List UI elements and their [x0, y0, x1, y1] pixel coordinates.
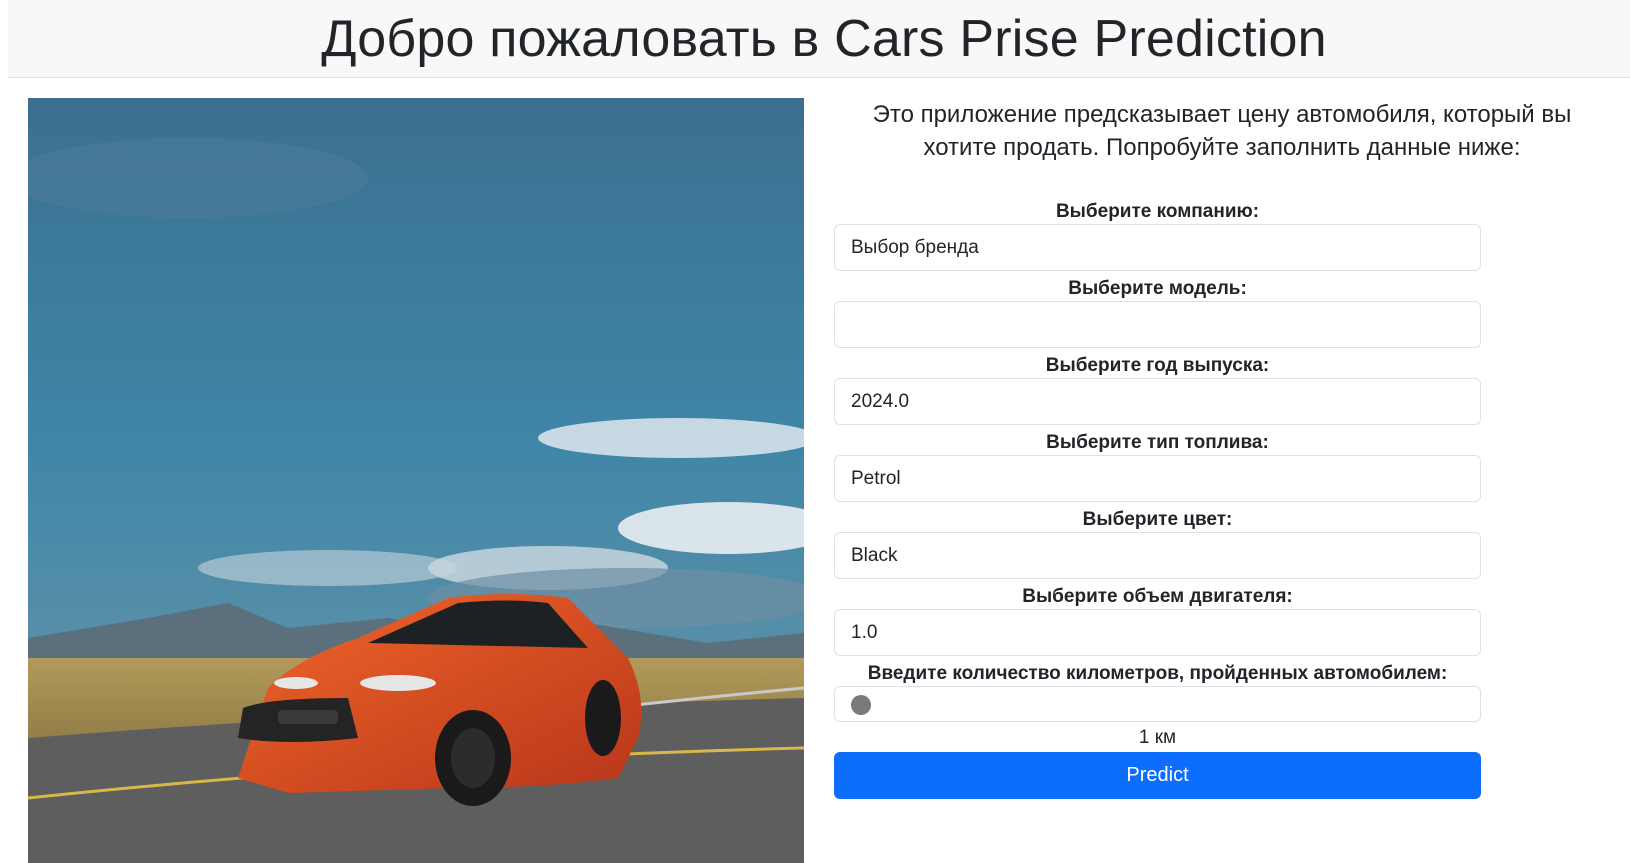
prediction-form: Выберите компанию: Выбор бренда Выберите… — [834, 200, 1481, 799]
year-select[interactable]: 2024.0 — [834, 378, 1481, 425]
engine-select-value: 1.0 — [851, 621, 878, 643]
fuel-label: Выберите тип топлива: — [1046, 432, 1269, 453]
year-label: Выберите год выпуска: — [1045, 355, 1270, 376]
company-label: Выберите компанию: — [1055, 201, 1260, 222]
fuel-select-value: Petrol — [851, 467, 901, 489]
predict-button[interactable]: Predict — [834, 752, 1481, 799]
kms-slider[interactable] — [834, 686, 1481, 722]
model-label: Выберите модель: — [1068, 278, 1247, 299]
color-label: Выберите цвет: — [1082, 509, 1233, 530]
company-select[interactable]: Выбор бренда — [834, 224, 1481, 271]
page-header: Добро пожаловать в Cars Prise Prediction — [8, 0, 1630, 78]
kms-value: 1 км — [1138, 727, 1177, 748]
hero-car-image — [28, 98, 804, 863]
engine-select[interactable]: 1.0 — [834, 609, 1481, 656]
company-select-value: Выбор бренда — [851, 236, 979, 258]
kms-slider-thumb[interactable] — [851, 695, 871, 715]
color-select-value: Black — [851, 544, 898, 566]
car-photo — [28, 98, 804, 863]
page-title: Добро пожаловать в Cars Prise Prediction — [321, 9, 1327, 68]
engine-label: Выберите объем двигателя: — [1022, 586, 1293, 607]
intro-text: Это приложение предсказывает цену автомо… — [872, 101, 1572, 161]
year-select-value: 2024.0 — [851, 390, 910, 412]
model-select[interactable] — [834, 301, 1481, 348]
fuel-select[interactable]: Petrol — [834, 455, 1481, 502]
color-select[interactable]: Black — [834, 532, 1481, 579]
kms-label: Введите количество километров, пройденны… — [867, 663, 1448, 684]
